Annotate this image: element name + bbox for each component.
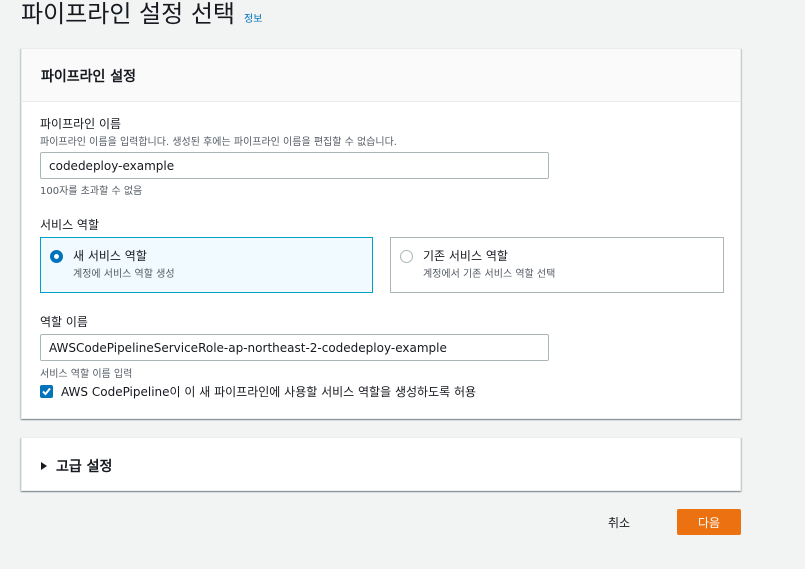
pipeline-name-description: 파이프라인 이름을 입력합니다. 생성된 후에는 파이프라인 이름을 편집할 수… (40, 137, 397, 148)
existing-service-role-radio[interactable] (400, 250, 413, 263)
info-link[interactable]: 정보 (244, 10, 262, 25)
service-role-label: 서비스 역할 (40, 218, 100, 232)
pipeline-name-constraint: 100자를 초과할 수 없음 (40, 186, 143, 197)
page-header: 파이프라인 설정 선택 정보 (21, 0, 262, 30)
pipeline-name-label: 파이프라인 이름 (40, 117, 122, 131)
advanced-settings-title: 고급 설정 (56, 459, 113, 475)
panel-header: 파이프라인 설정 (22, 49, 740, 102)
role-name-label: 역할 이름 (40, 315, 88, 329)
advanced-settings-toggle[interactable]: 고급 설정 (41, 456, 112, 476)
advanced-settings-panel: 고급 설정 (21, 437, 741, 491)
existing-service-role-title: 기존 서비스 역할 (423, 249, 508, 263)
allow-role-creation-label: AWS CodePipeline이 이 새 파이프라인에 사용할 서비스 역할을… (61, 385, 477, 399)
new-service-role-tile[interactable]: 새 서비스 역할 계정에 서비스 역할 생성 (40, 237, 373, 293)
panel-title: 파이프라인 설정 (41, 69, 137, 85)
role-name-hint: 서비스 역할 이름 입력 (40, 369, 133, 380)
new-service-role-radio[interactable] (50, 250, 63, 263)
cancel-button[interactable]: 취소 (590, 509, 648, 535)
page-title: 파이프라인 설정 선택 (21, 0, 235, 28)
existing-service-role-subtitle: 계정에서 기존 서비스 역할 선택 (423, 269, 556, 280)
caret-right-icon (41, 462, 47, 470)
pipeline-settings-panel: 파이프라인 설정 파이프라인 이름 파이프라인 이름을 입력합니다. 생성된 후… (21, 48, 741, 419)
role-name-input[interactable] (40, 334, 549, 361)
pipeline-name-input[interactable] (40, 152, 549, 179)
new-service-role-title: 새 서비스 역할 (73, 249, 147, 263)
allow-role-creation-checkbox[interactable] (40, 385, 53, 398)
next-button[interactable]: 다음 (677, 509, 741, 535)
existing-service-role-tile[interactable]: 기존 서비스 역할 계정에서 기존 서비스 역할 선택 (390, 237, 724, 293)
checkmark-icon (42, 387, 51, 396)
new-service-role-subtitle: 계정에 서비스 역할 생성 (73, 269, 175, 280)
